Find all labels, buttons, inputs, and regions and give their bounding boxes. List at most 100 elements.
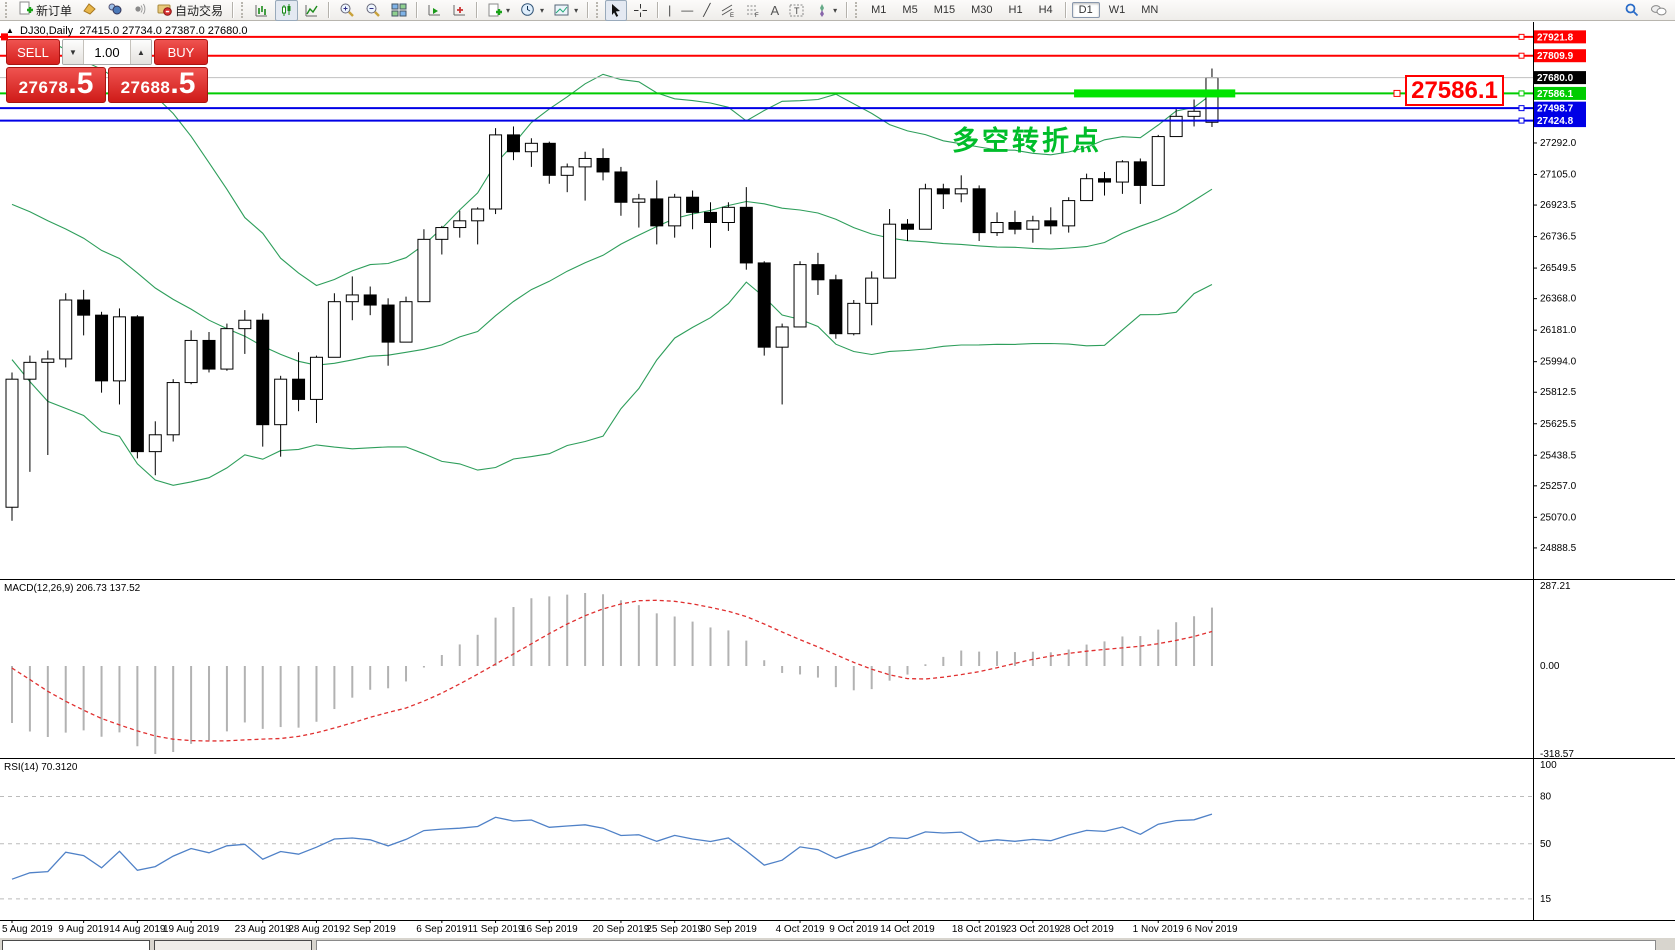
chevron-down-icon: ▾ (833, 6, 837, 15)
svg-text:28 Aug 2019: 28 Aug 2019 (288, 924, 345, 935)
volume-increase-button[interactable]: ▲ (130, 40, 151, 64)
candle (579, 158, 591, 166)
buy-button[interactable]: BUY (154, 39, 208, 65)
tf-w1-button[interactable]: W1 (1102, 2, 1133, 18)
candle (454, 221, 466, 228)
price-level-box[interactable]: 27586.1 (1405, 75, 1504, 106)
autotrading-button[interactable]: 自动交易 (153, 0, 227, 21)
new-order-icon (18, 1, 33, 19)
price-tag: 27424.8 (1534, 114, 1586, 127)
line-chart-button[interactable] (300, 0, 323, 21)
bar-chart-icon (254, 3, 269, 18)
candle (561, 167, 573, 175)
candle (884, 224, 896, 278)
svg-text:25812.5: 25812.5 (1540, 387, 1577, 398)
highlight-segment[interactable] (1074, 89, 1235, 97)
svg-text:25994.0: 25994.0 (1540, 357, 1577, 368)
candle (848, 303, 860, 333)
separator (328, 2, 330, 18)
horizontal-line-button[interactable]: — (677, 0, 697, 21)
candle (221, 329, 233, 369)
tf-mn-button[interactable]: MN (1134, 2, 1165, 18)
candle (525, 143, 537, 151)
tf-m1-button[interactable]: M1 (864, 2, 893, 18)
chart-canvas[interactable]: 27292.027105.026923.526736.526549.526368… (0, 21, 1675, 938)
svg-text:11 Sep 2019: 11 Sep 2019 (468, 924, 524, 935)
zoom-in-button[interactable] (335, 0, 359, 21)
sell-price-button[interactable]: 27678 .5 (6, 67, 106, 103)
candle (830, 280, 842, 334)
buy-price-button[interactable]: 27688 .5 (108, 67, 208, 103)
arrows-button[interactable]: ▾ (811, 0, 841, 21)
candle (937, 189, 949, 194)
svg-text:19 Aug 2019: 19 Aug 2019 (163, 924, 220, 935)
candlestick-chart-button[interactable] (275, 0, 298, 21)
volume-value[interactable]: 1.00 (84, 40, 130, 64)
svg-text:23 Oct 2019: 23 Oct 2019 (1006, 924, 1061, 935)
text-label-button[interactable]: T (785, 0, 809, 21)
autotrading-icon (157, 1, 172, 19)
svg-text:27292.0: 27292.0 (1540, 138, 1577, 149)
signals-button[interactable] (128, 0, 151, 21)
one-click-collapse-icon[interactable]: ▲ (6, 26, 14, 35)
tf-h4-button[interactable]: H4 (1032, 2, 1060, 18)
indicators-button[interactable]: ▾ (483, 0, 514, 21)
channel-button[interactable]: E (716, 0, 739, 21)
svg-text:14 Oct 2019: 14 Oct 2019 (880, 924, 935, 935)
chart-tab[interactable] (2, 940, 150, 950)
candle (490, 135, 502, 209)
cursor-button[interactable] (605, 0, 627, 21)
candle (364, 295, 376, 305)
vertical-line-button[interactable]: | (664, 0, 675, 21)
navigator-button[interactable] (103, 0, 126, 21)
text-button[interactable]: A (766, 0, 783, 21)
candle (293, 379, 305, 399)
tf-m15-button[interactable]: M15 (927, 2, 962, 18)
chart-annotation-text[interactable]: 多空转折点 (952, 119, 1102, 158)
separator (232, 2, 234, 18)
svg-text:25257.0: 25257.0 (1540, 481, 1577, 492)
sell-button[interactable]: SELL (6, 39, 60, 65)
zoom-out-button[interactable] (361, 0, 385, 21)
candle (60, 300, 72, 359)
cursor-icon (609, 3, 623, 18)
svg-text:24888.5: 24888.5 (1540, 543, 1577, 554)
tile-windows-button[interactable] (387, 0, 411, 21)
volume-decrease-button[interactable]: ▼ (63, 40, 84, 64)
search-icon (1624, 2, 1640, 18)
community-button[interactable] (1646, 0, 1672, 21)
candle (740, 207, 752, 263)
candle (472, 209, 484, 221)
candle (203, 340, 215, 369)
chart-tab[interactable] (154, 940, 312, 950)
svg-text:26923.5: 26923.5 (1540, 200, 1577, 211)
fibonacci-icon: F (745, 3, 760, 18)
templates-button[interactable]: ▾ (550, 0, 582, 21)
svg-text:27921.8: 27921.8 (1537, 32, 1574, 43)
candle (1081, 179, 1093, 201)
candle (991, 222, 1003, 232)
candle (239, 320, 251, 328)
candle (651, 199, 663, 226)
svg-text:100: 100 (1540, 760, 1557, 771)
tf-d1-button[interactable]: D1 (1072, 2, 1100, 18)
svg-text:4 Oct 2019: 4 Oct 2019 (776, 924, 825, 935)
trendline-button[interactable]: ╱ (699, 0, 714, 21)
crosshair-button[interactable] (629, 0, 652, 21)
market-watch-button[interactable] (78, 0, 101, 21)
bar-chart-button[interactable] (250, 0, 273, 21)
ohlc-values: 27415.0 27734.0 27387.0 27680.0 (79, 25, 247, 37)
candle (1188, 111, 1200, 116)
periods-button[interactable]: ▾ (516, 0, 548, 21)
autotrading-label: 自动交易 (175, 2, 223, 19)
chart-title: DJ30,Daily 27415.0 27734.0 27387.0 27680… (20, 25, 248, 37)
search-button[interactable] (1620, 0, 1644, 21)
tf-m30-button[interactable]: M30 (964, 2, 999, 18)
fibonacci-button[interactable]: F (741, 0, 764, 21)
new-order-button[interactable]: 新订单 (14, 0, 76, 21)
toolbar-grip (5, 2, 10, 18)
auto-scroll-button[interactable] (423, 0, 446, 21)
tf-m5-button[interactable]: M5 (895, 2, 924, 18)
chart-shift-button[interactable] (448, 0, 471, 21)
tf-h1-button[interactable]: H1 (1002, 2, 1030, 18)
